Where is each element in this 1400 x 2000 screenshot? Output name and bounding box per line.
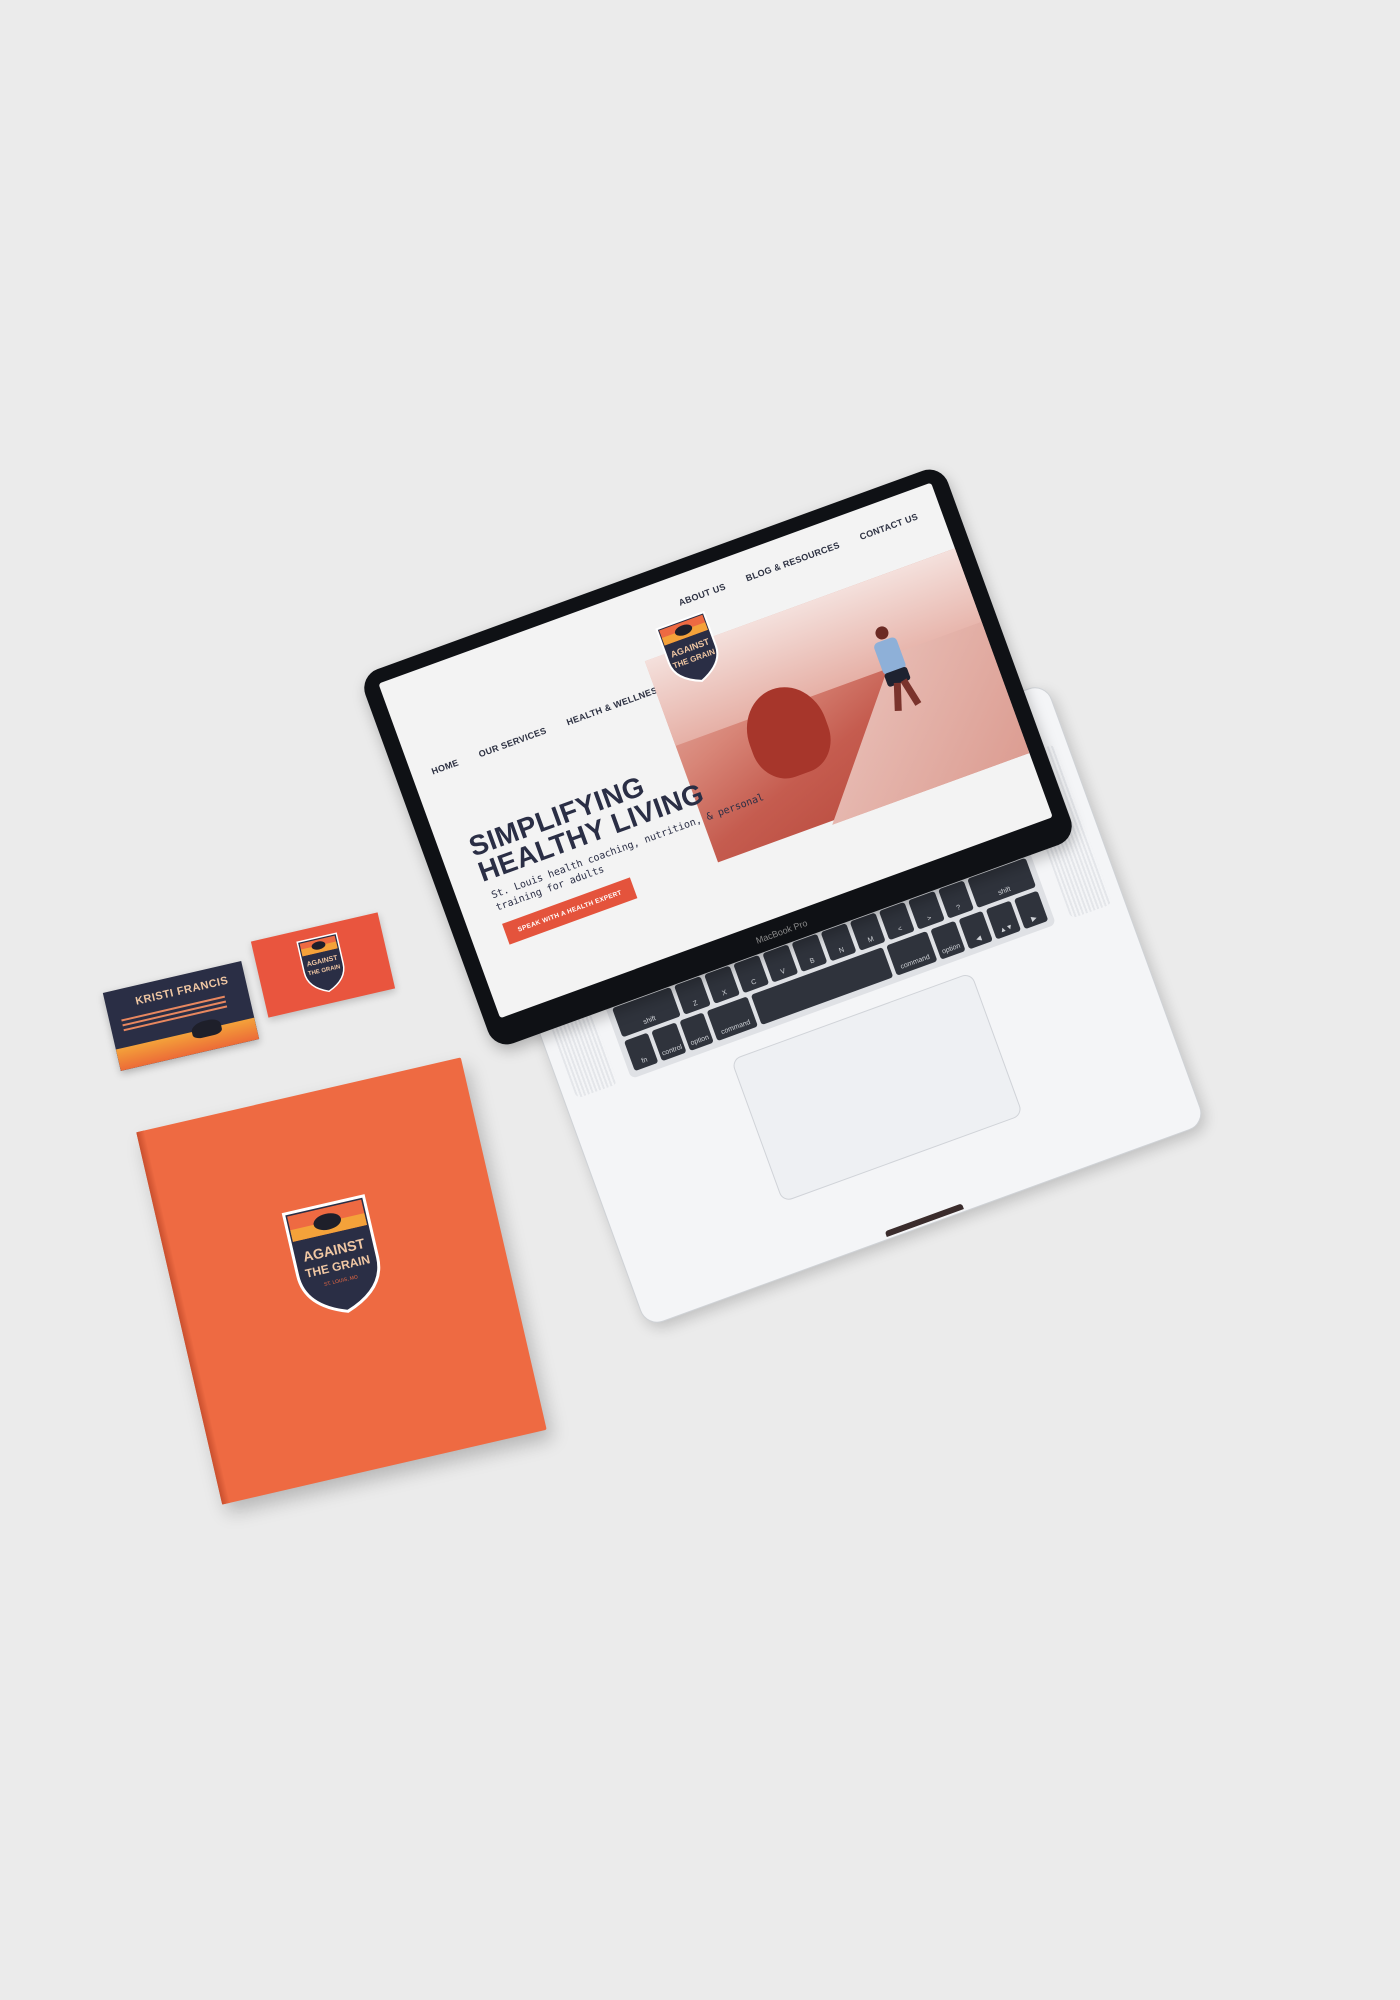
site-nav-left: HOME OUR SERVICES HEALTH & WELLNESS (430, 683, 665, 777)
runner-figure (893, 682, 902, 711)
lid-notch (884, 1203, 964, 1238)
nav-blog-resources[interactable]: BLOG & RESOURCES (744, 540, 841, 583)
key[interactable]: option (930, 921, 966, 960)
brand-badge-logo: AGAINST THE GRAIN (296, 932, 345, 993)
nav-our-services[interactable]: OUR SERVICES (477, 725, 548, 759)
nav-home[interactable]: HOME (430, 757, 460, 776)
key[interactable]: ▲▼ (986, 901, 1021, 940)
nav-contact-us[interactable]: CONTACT US (858, 511, 919, 541)
nav-about-us[interactable]: ABOUT US (677, 581, 727, 607)
nav-health-wellness[interactable]: HEALTH & WELLNESS (565, 683, 665, 727)
brand-badge-logo: AGAINST THE GRAIN ST. LOUIS, MO (281, 1194, 381, 1313)
key[interactable]: ▶ (1013, 890, 1049, 930)
